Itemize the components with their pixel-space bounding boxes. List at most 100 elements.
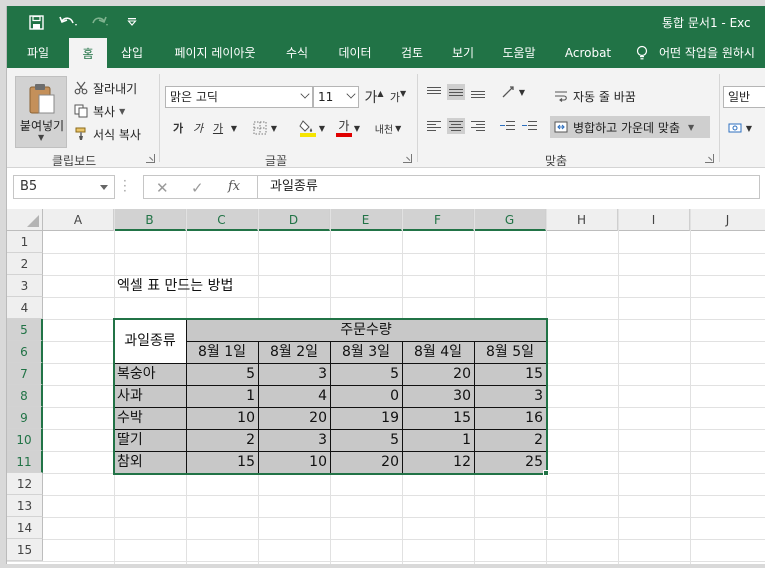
worksheet-grid[interactable]: A B C D E F G H I J 1 2 3 4 5 6 7 8 9 10…	[7, 209, 765, 564]
row-header-6[interactable]: 6	[7, 341, 43, 363]
tab-acrobat[interactable]: Acrobat	[558, 38, 618, 68]
orientation-button[interactable]: ▼	[499, 82, 527, 102]
selection-border	[113, 318, 548, 475]
cancel-icon[interactable]: ✕	[156, 179, 169, 197]
row-header-14[interactable]: 14	[7, 517, 43, 539]
col-header-a[interactable]: A	[43, 209, 114, 231]
tab-file[interactable]: 파일	[19, 38, 57, 68]
align-left-icon[interactable]	[425, 118, 443, 134]
row-header-4[interactable]: 4	[7, 297, 43, 319]
enter-icon[interactable]: ✓	[191, 179, 204, 197]
tab-formulas[interactable]: 수식	[278, 38, 316, 68]
align-right-icon[interactable]	[469, 118, 487, 134]
chevron-down-icon	[300, 89, 310, 99]
increase-indent-icon[interactable]	[521, 118, 539, 134]
gridline	[690, 209, 691, 564]
font-name-value: 맑은 고딕	[170, 90, 218, 104]
font-launcher-icon[interactable]	[403, 154, 412, 163]
select-all-button[interactable]	[7, 209, 43, 231]
borders-button[interactable]: ▼	[250, 118, 280, 138]
row-header-7[interactable]: 7	[7, 363, 43, 385]
col-header-e[interactable]: E	[330, 209, 402, 231]
redo-icon[interactable]	[89, 12, 111, 32]
formula-bar: B5 · · · ✕ ✓ fx 과일종류	[7, 172, 765, 202]
row-header-10[interactable]: 10	[7, 429, 43, 451]
italic-button[interactable]: 가	[189, 118, 207, 138]
formula-bar-grip-icon: · · ·	[123, 174, 127, 198]
col-header-j[interactable]: J	[690, 209, 765, 231]
format-painter-button[interactable]: 서식 복사	[73, 124, 141, 144]
lightbulb-icon	[636, 45, 648, 60]
shrink-font-button[interactable]: 가 ▼	[387, 87, 409, 107]
grow-font-glyph: 가	[364, 90, 378, 106]
fill-color-button[interactable]: ▼	[297, 116, 327, 140]
align-center-icon[interactable]	[447, 118, 465, 134]
merge-cells-icon	[553, 119, 569, 135]
cut-button[interactable]: 잘라내기	[73, 78, 137, 98]
row-header-11[interactable]: 11	[7, 451, 43, 473]
tab-data[interactable]: 데이터	[329, 38, 381, 68]
number-format-select[interactable]: 일반	[723, 86, 765, 108]
save-icon[interactable]	[25, 12, 47, 32]
row-header-2[interactable]: 2	[7, 253, 43, 275]
caret-down-icon: ▼	[399, 88, 407, 98]
chevron-down-icon: ▼	[119, 106, 126, 116]
title-bar: 통합 문서1 - Exc	[7, 6, 765, 38]
copy-button[interactable]: 복사 ▼	[73, 101, 125, 121]
merge-center-button[interactable]: 병합하고 가운데 맞춤 ▼	[550, 116, 710, 138]
col-header-g[interactable]: G	[474, 209, 546, 231]
alignment-launcher-icon[interactable]	[705, 154, 714, 163]
name-box[interactable]: B5	[13, 175, 115, 199]
underline-button[interactable]: 가	[209, 118, 227, 138]
insert-function-icon[interactable]: fx	[228, 179, 240, 194]
chevron-down-icon: ▼	[353, 123, 361, 133]
tab-insert[interactable]: 삽입	[112, 38, 152, 68]
formula-input[interactable]: 과일종류	[257, 175, 760, 199]
row-header-9[interactable]: 9	[7, 407, 43, 429]
phonetic-button[interactable]: 내천 ▼	[370, 116, 406, 140]
row-header-12[interactable]: 12	[7, 473, 43, 495]
col-header-f[interactable]: F	[402, 209, 474, 231]
font-size-select[interactable]: 11	[313, 86, 359, 108]
decrease-indent-icon[interactable]	[499, 118, 517, 134]
wrap-text-button[interactable]: 자동 줄 바꿈	[553, 86, 636, 106]
customize-toolbar-icon[interactable]	[121, 12, 143, 32]
align-bottom-icon[interactable]	[469, 84, 487, 100]
tab-page-layout[interactable]: 페이지 레이아웃	[165, 38, 265, 68]
align-middle-icon[interactable]	[447, 84, 465, 100]
chevron-down-icon: ▼	[38, 133, 45, 142]
grow-font-button[interactable]: 가 ▲	[363, 87, 385, 107]
fill-handle[interactable]	[543, 470, 549, 476]
font-color-button[interactable]: 가 ▼	[333, 116, 363, 140]
col-header-b[interactable]: B	[114, 209, 186, 231]
bold-button[interactable]: 가	[169, 118, 187, 138]
row-header-5[interactable]: 5	[7, 319, 43, 341]
clipboard-launcher-icon[interactable]	[146, 154, 155, 163]
name-box-value: B5	[20, 179, 38, 194]
col-header-h[interactable]: H	[546, 209, 618, 231]
col-header-i[interactable]: I	[618, 209, 690, 231]
paste-button[interactable]: 붙여넣기 ▼	[15, 76, 67, 148]
undo-icon[interactable]	[57, 12, 79, 32]
tell-me-search[interactable]: 어떤 작업을 원하시	[659, 38, 765, 68]
col-header-d[interactable]: D	[258, 209, 330, 231]
group-separator	[159, 74, 160, 162]
row-header-15[interactable]: 15	[7, 539, 43, 561]
currency-icon	[728, 123, 742, 133]
row-header-8[interactable]: 8	[7, 385, 43, 407]
font-name-select[interactable]: 맑은 고딕	[165, 86, 313, 108]
format-painter-label: 서식 복사	[93, 127, 141, 142]
row-header-3[interactable]: 3	[7, 275, 43, 297]
clipboard-group-label: 클립보드	[52, 154, 97, 168]
sheet-heading[interactable]: 엑셀 표 만드는 방법	[114, 275, 236, 297]
col-header-c[interactable]: C	[186, 209, 258, 231]
row-header-13[interactable]: 13	[7, 495, 43, 517]
accounting-format-button[interactable]: ▼	[725, 118, 755, 138]
tab-view[interactable]: 보기	[444, 38, 482, 68]
tab-review[interactable]: 검토	[392, 38, 432, 68]
align-top-icon[interactable]	[425, 84, 443, 100]
underline-options-icon[interactable]: ▼	[228, 118, 240, 138]
tab-help[interactable]: 도움말	[493, 38, 545, 68]
tab-home[interactable]: 홈	[69, 38, 107, 68]
row-header-1[interactable]: 1	[7, 231, 43, 253]
